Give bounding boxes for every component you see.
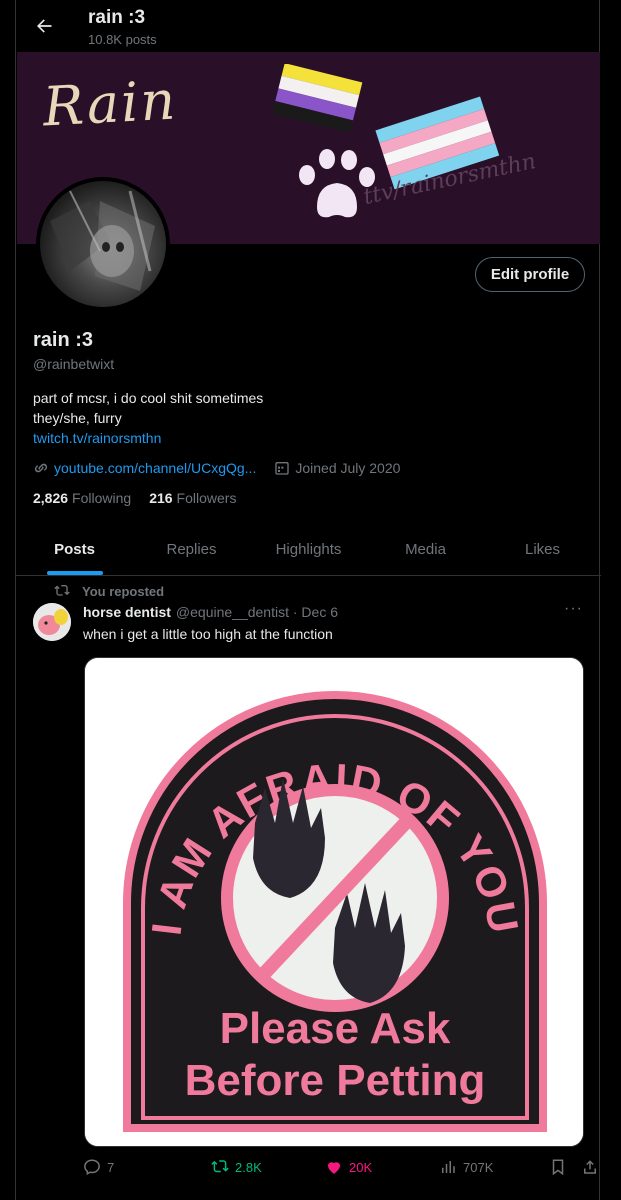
tab-label: Replies	[166, 541, 217, 558]
repost-icon	[211, 1158, 229, 1176]
reply-icon	[83, 1158, 101, 1176]
tab-replies[interactable]: Replies	[133, 524, 250, 575]
views-icon	[439, 1158, 457, 1176]
share-button[interactable]	[581, 1158, 605, 1176]
tab-likes[interactable]: Likes	[484, 524, 601, 575]
follow-stats: 2,826 Following 216 Followers	[33, 490, 254, 506]
post-media[interactable]: I AM AFRAID OF YOU Please Ask Before Pet…	[84, 657, 584, 1147]
tab-highlights[interactable]: Highlights	[250, 524, 367, 575]
profile-column: rain :3 10.8K posts Rain ttv/rainorsmthn…	[15, 0, 601, 1200]
website-link[interactable]: youtube.com/channel/UCxgQg...	[54, 460, 256, 476]
edit-profile-button[interactable]: Edit profile	[475, 257, 585, 292]
repost-count: 2.8K	[235, 1159, 262, 1175]
calendar-icon	[274, 460, 290, 476]
like-count: 20K	[349, 1159, 373, 1175]
reply-count: 7	[107, 1159, 115, 1175]
post-text: when i get a little too high at the func…	[83, 626, 333, 642]
banner-word: Rain	[41, 68, 179, 139]
share-icon	[581, 1158, 599, 1176]
bio-line: part of mcsr, i do cool shit sometimes	[33, 390, 264, 406]
more-icon[interactable]: ···	[564, 600, 583, 618]
views-button[interactable]: 707K	[439, 1158, 493, 1176]
bio-link[interactable]: twitch.tv/rainorsmthn	[33, 430, 161, 446]
post-author-avatar[interactable]	[33, 603, 71, 641]
header-name: rain :3	[88, 7, 146, 28]
back-button[interactable]	[30, 12, 58, 40]
bookmark-icon	[549, 1158, 567, 1176]
post-actions: 7 2.8K 20K 707K	[83, 1158, 596, 1182]
reply-button[interactable]: 7	[83, 1158, 114, 1176]
tab-label: Likes	[524, 541, 561, 558]
following-link[interactable]: 2,826 Following	[33, 490, 131, 506]
patch-line2: Before Petting	[185, 1056, 486, 1105]
top-bar: rain :3 10.8K posts	[16, 0, 601, 52]
like-button[interactable]: 20K	[325, 1158, 372, 1176]
followers-label: Followers	[176, 490, 237, 506]
repost-label: You reposted	[82, 583, 165, 599]
following-count: 2,826	[33, 490, 69, 506]
patch-line1: Please Ask	[220, 1004, 451, 1053]
followers-link[interactable]: 216 Followers	[149, 490, 236, 506]
repost-button[interactable]: 2.8K	[211, 1158, 262, 1176]
avatar-art	[50, 190, 155, 291]
nonbinary-flag-art	[272, 64, 363, 133]
bookmark-button[interactable]	[549, 1158, 573, 1176]
tab-posts[interactable]: Posts	[16, 524, 133, 575]
header-post-count: 10.8K posts	[88, 32, 157, 47]
post-author-name[interactable]: horse dentist	[83, 604, 171, 620]
profile-handle: @rainbetwixt	[33, 356, 115, 372]
back-arrow-icon	[37, 19, 52, 33]
joined-date: Joined July 2020	[295, 460, 401, 476]
tab-media[interactable]: Media	[367, 524, 484, 575]
post-author-meta[interactable]: @equine__dentist · Dec 6	[176, 604, 338, 620]
tab-label: Media	[405, 541, 446, 558]
avatar-image	[40, 181, 166, 307]
patch-image: I AM AFRAID OF YOU Please Ask Before Pet…	[85, 658, 583, 1146]
profile-tabs: Posts Replies Highlights Media Likes	[16, 524, 601, 576]
link-icon	[33, 460, 49, 476]
repost-icon	[54, 583, 70, 599]
repost-indicator: You reposted	[54, 583, 164, 599]
profile-meta: youtube.com/channel/UCxgQg... Joined Jul…	[33, 460, 400, 476]
heart-icon	[325, 1158, 343, 1176]
post-header: horse dentist @equine__dentist · Dec 6	[83, 604, 338, 620]
profile-name: rain :3	[33, 329, 94, 351]
profile-avatar[interactable]	[36, 177, 170, 311]
views-count: 707K	[463, 1159, 494, 1175]
tab-label: Highlights	[275, 541, 342, 558]
tab-label: Posts	[54, 541, 95, 558]
active-tab-indicator	[46, 571, 103, 575]
author-avatar-art	[33, 603, 71, 641]
bio-line: they/she, furry	[33, 410, 122, 426]
followers-count: 216	[149, 490, 173, 506]
following-label: Following	[72, 490, 132, 506]
